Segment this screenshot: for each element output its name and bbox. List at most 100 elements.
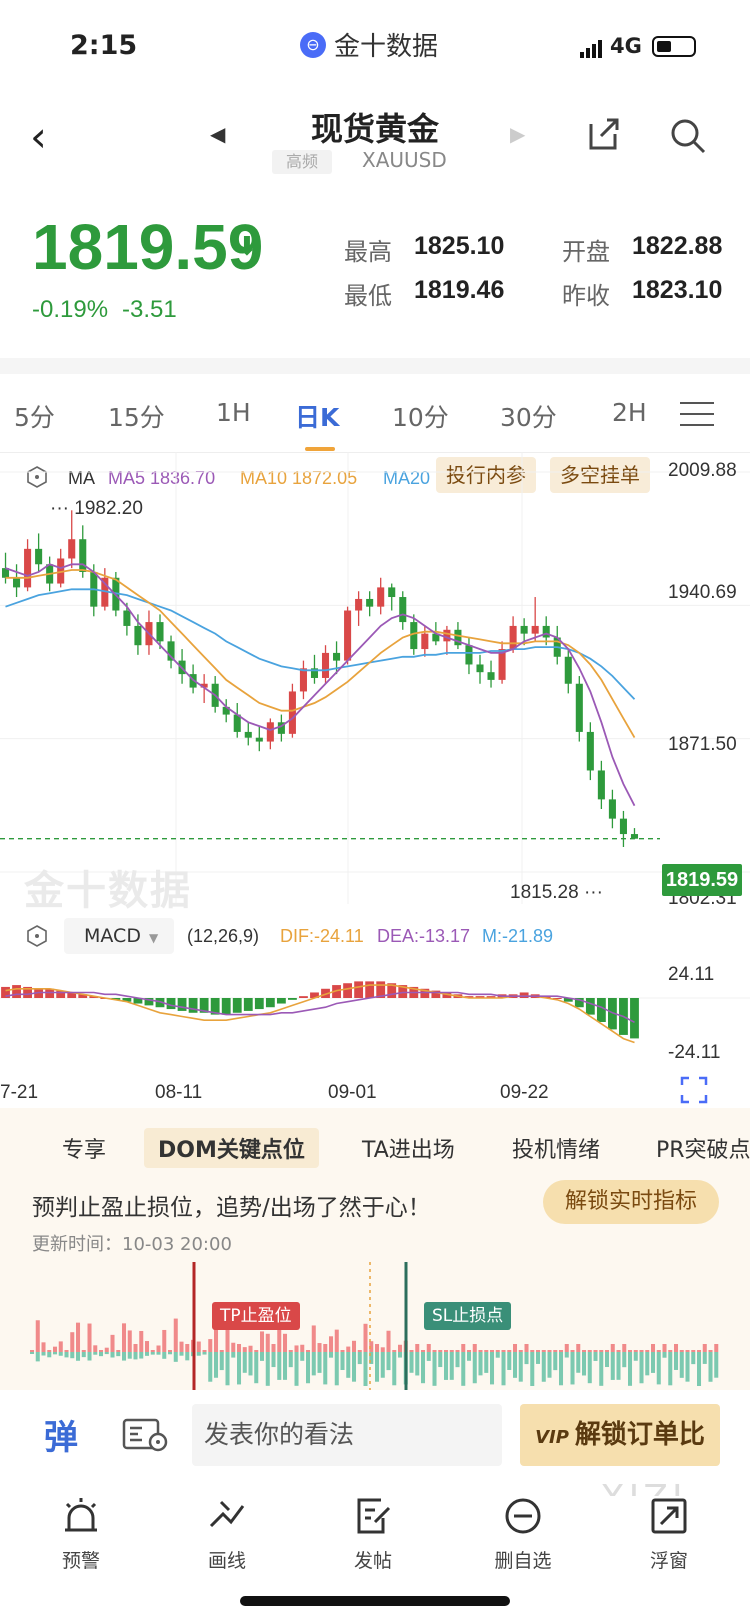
high-label: 最高 xyxy=(344,238,392,266)
nav-alert[interactable]: 预警 xyxy=(36,1496,126,1573)
nav-post[interactable]: 发帖 xyxy=(328,1496,418,1573)
dom-bar-up xyxy=(58,1341,63,1352)
dom-bar-down xyxy=(214,1352,219,1378)
dom-bar-down xyxy=(288,1352,293,1368)
dom-bar-down xyxy=(127,1352,132,1359)
dom-bar-up xyxy=(461,1344,466,1352)
candle-body xyxy=(586,731,594,771)
macd-bar xyxy=(365,981,375,998)
dom-bar-up xyxy=(357,1350,362,1352)
dom-bar-up xyxy=(582,1350,587,1352)
dom-bar-up xyxy=(610,1344,615,1352)
dom-bar-down xyxy=(432,1352,437,1386)
dom-bar-down xyxy=(219,1352,224,1371)
strategy-tab[interactable]: PR突破点 xyxy=(656,1132,750,1164)
tab-2h[interactable]: 2H xyxy=(612,398,646,427)
dom-bar-down xyxy=(254,1352,259,1384)
remove-icon xyxy=(505,1498,541,1534)
comment-input[interactable]: 发表你的看法 xyxy=(192,1404,502,1466)
strategy-tab[interactable]: TA进出场 xyxy=(362,1132,455,1164)
candle-body xyxy=(575,683,583,732)
dom-bar-down xyxy=(587,1352,592,1384)
battery-icon xyxy=(651,35,696,57)
dom-bar-up xyxy=(639,1350,644,1352)
dom-bar-down xyxy=(231,1352,236,1358)
dom-bar-down xyxy=(311,1352,316,1376)
dom-bar-up xyxy=(346,1346,351,1352)
dom-bar-down xyxy=(202,1352,207,1355)
tab-1h[interactable]: 1H xyxy=(216,398,251,427)
prev-close-label: 昨收 xyxy=(562,282,610,310)
menu-icon[interactable] xyxy=(680,402,714,428)
nav-draw[interactable]: 画线 xyxy=(182,1496,272,1573)
indicator-select[interactable]: MACD ▼ xyxy=(64,918,174,954)
dom-bar-down xyxy=(363,1352,368,1386)
dom-bar-down xyxy=(179,1352,184,1356)
dom-bar-down xyxy=(467,1352,472,1361)
dom-bar-up xyxy=(524,1344,529,1352)
dom-bar-down xyxy=(409,1352,414,1373)
nav-float-window[interactable]: 浮窗 xyxy=(624,1496,714,1573)
dom-bar-up xyxy=(380,1347,385,1352)
strategy-tab[interactable]: 专享 xyxy=(62,1132,106,1164)
nav-remove-watchlist[interactable]: 删自选 xyxy=(478,1496,568,1573)
dom-bar-down xyxy=(122,1352,127,1361)
dom-bar-up xyxy=(691,1350,696,1352)
tab-5min[interactable]: 5分 xyxy=(14,398,55,434)
strategy-slogan: 预判止盈止损位，追势/出场了然于心！ xyxy=(32,1195,431,1221)
candle-body xyxy=(333,652,341,661)
tab-10min[interactable]: 10分 xyxy=(392,398,449,434)
unlock-indicator-button[interactable]: 解锁实时指标 xyxy=(543,1180,719,1224)
price-axis-tick: 2009.88 xyxy=(668,460,737,481)
candle-body xyxy=(68,539,76,559)
dom-bar-down xyxy=(645,1352,650,1376)
dom-bar-up xyxy=(501,1350,506,1352)
fullscreen-icon[interactable] xyxy=(680,1076,708,1104)
dom-bar-down xyxy=(334,1352,339,1386)
last-price: 1819.59 xyxy=(32,211,264,283)
dom-bar-up xyxy=(702,1344,707,1352)
dom-bar-down xyxy=(484,1352,489,1373)
dom-bar-up xyxy=(30,1350,35,1352)
strategy-tab[interactable]: 投机情绪 xyxy=(512,1132,600,1164)
dom-bar-down xyxy=(145,1352,150,1356)
news-icon[interactable] xyxy=(122,1416,168,1452)
dom-bar-up xyxy=(156,1345,161,1352)
dom-bar-chart xyxy=(30,1262,719,1390)
dom-bar-down xyxy=(357,1352,362,1365)
dom-bar-down xyxy=(714,1352,719,1378)
macd-params: (12,26,9) xyxy=(187,926,260,946)
macd-dif: DIF:-24.11 xyxy=(280,926,364,946)
dom-bar-up xyxy=(593,1350,598,1352)
dom-bar-up xyxy=(530,1350,535,1352)
danmaku-icon[interactable]: 弹 xyxy=(44,1410,78,1459)
dom-bar-down xyxy=(547,1352,552,1378)
share-icon[interactable] xyxy=(585,116,621,152)
dom-bar-down xyxy=(277,1352,282,1380)
dom-bar-down xyxy=(116,1352,121,1357)
dom-bar-down xyxy=(501,1352,506,1386)
tab-daily[interactable]: 日K xyxy=(295,398,339,434)
dom-bar-down xyxy=(81,1352,86,1358)
tab-30min[interactable]: 30分 xyxy=(500,398,557,434)
date-tick: 7-21 xyxy=(0,1082,39,1103)
dom-bar-up xyxy=(421,1350,426,1352)
nav-label: 浮窗 xyxy=(649,1550,688,1572)
dom-bar-up xyxy=(265,1333,270,1352)
search-icon[interactable] xyxy=(668,116,708,156)
dom-bar-up xyxy=(168,1350,173,1352)
dom-bar-down xyxy=(265,1352,270,1386)
dom-bar-up xyxy=(375,1344,380,1352)
dom-bar-down xyxy=(685,1352,690,1382)
strategy-tab-active[interactable]: DOM关键点位 xyxy=(144,1128,319,1168)
dom-bar-up xyxy=(185,1344,190,1352)
dom-bar-down xyxy=(76,1352,81,1361)
dom-bar-down xyxy=(541,1352,546,1382)
tab-15min[interactable]: 15分 xyxy=(108,398,165,434)
macd-bar xyxy=(630,998,639,1039)
macd-chart[interactable] xyxy=(0,952,750,1068)
settings-hex-icon[interactable] xyxy=(26,925,48,947)
unlock-order-ratio-button[interactable]: VIP 解锁订单比 xyxy=(520,1404,720,1466)
dom-bar-up xyxy=(444,1350,449,1352)
macd-bar xyxy=(254,998,264,1010)
